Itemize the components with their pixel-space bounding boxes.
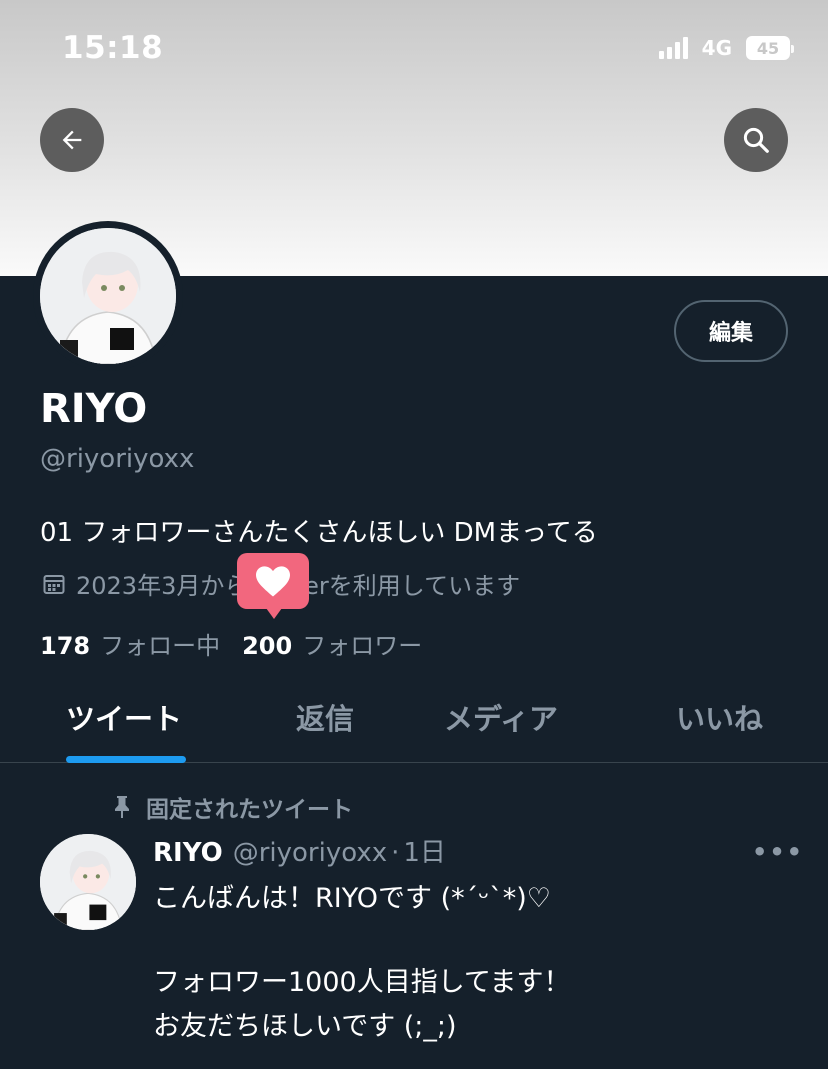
following-label[interactable]: フォロー中	[100, 626, 220, 661]
tab-replies[interactable]: 返信	[296, 696, 354, 738]
profile-handle: @riyoriyoxx	[40, 444, 195, 474]
tweet-text-line: お友だちほしいです (;_;)	[153, 1011, 457, 1042]
tab-likes[interactable]: いいね	[676, 696, 763, 738]
back-arrow-icon	[62, 130, 82, 150]
followers-count[interactable]: 200	[242, 632, 292, 660]
profile-avatar	[40, 228, 176, 364]
tweet-separator: ·	[391, 838, 400, 868]
battery-level: 45	[756, 38, 780, 58]
profile-name: RIYO	[40, 386, 148, 432]
tweet-author-name[interactable]: RIYO	[153, 838, 223, 868]
following-count[interactable]: 178	[40, 632, 90, 660]
tab-media[interactable]: メディア	[444, 696, 558, 738]
profile-bio: 01 フォロワーさんたくさんほしい DMまってる	[40, 518, 598, 548]
followers-label[interactable]: フォロワー	[302, 626, 422, 661]
profile-tabs: ツイート 返信 メディア いいね	[0, 666, 828, 763]
heart-icon	[256, 566, 290, 597]
signal-icon	[658, 37, 688, 59]
tweet-text-line: こんばんは！RIYOです (*´ᵕ`*)♡	[153, 883, 552, 914]
tweet-header: RIYO @riyoriyoxx · 1日	[153, 832, 446, 869]
network-type: 4G	[701, 36, 732, 60]
tweet-more-button[interactable]: •••	[752, 838, 804, 866]
pinned-tweet-label: 固定されたツイート	[110, 790, 353, 824]
calendar-icon	[43, 574, 65, 594]
tweet-avatar[interactable]	[40, 834, 136, 930]
search-button[interactable]	[724, 108, 788, 172]
status-indicators: 4G 45	[658, 36, 794, 60]
status-time: 15:18	[62, 30, 164, 66]
pinned-text: 固定されたツイート	[146, 797, 353, 823]
like-notification-badge	[237, 553, 309, 619]
battery-icon: 45	[746, 36, 794, 60]
profile-avatar-frame[interactable]	[33, 221, 183, 371]
tweet-author-handle[interactable]: @riyoriyoxx	[233, 838, 387, 868]
tweet-time[interactable]: 1日	[403, 832, 446, 869]
tweet-text-line: フォロワー1000人目指してます！	[153, 967, 571, 998]
follow-stats: 178 フォロー中 200 フォロワー	[40, 626, 422, 661]
active-tab-indicator	[66, 756, 186, 763]
back-button[interactable]	[40, 108, 104, 172]
search-icon	[743, 127, 769, 153]
pin-icon	[115, 796, 129, 818]
tab-tweets[interactable]: ツイート	[66, 696, 182, 738]
edit-profile-button[interactable]: 編集	[674, 300, 788, 362]
